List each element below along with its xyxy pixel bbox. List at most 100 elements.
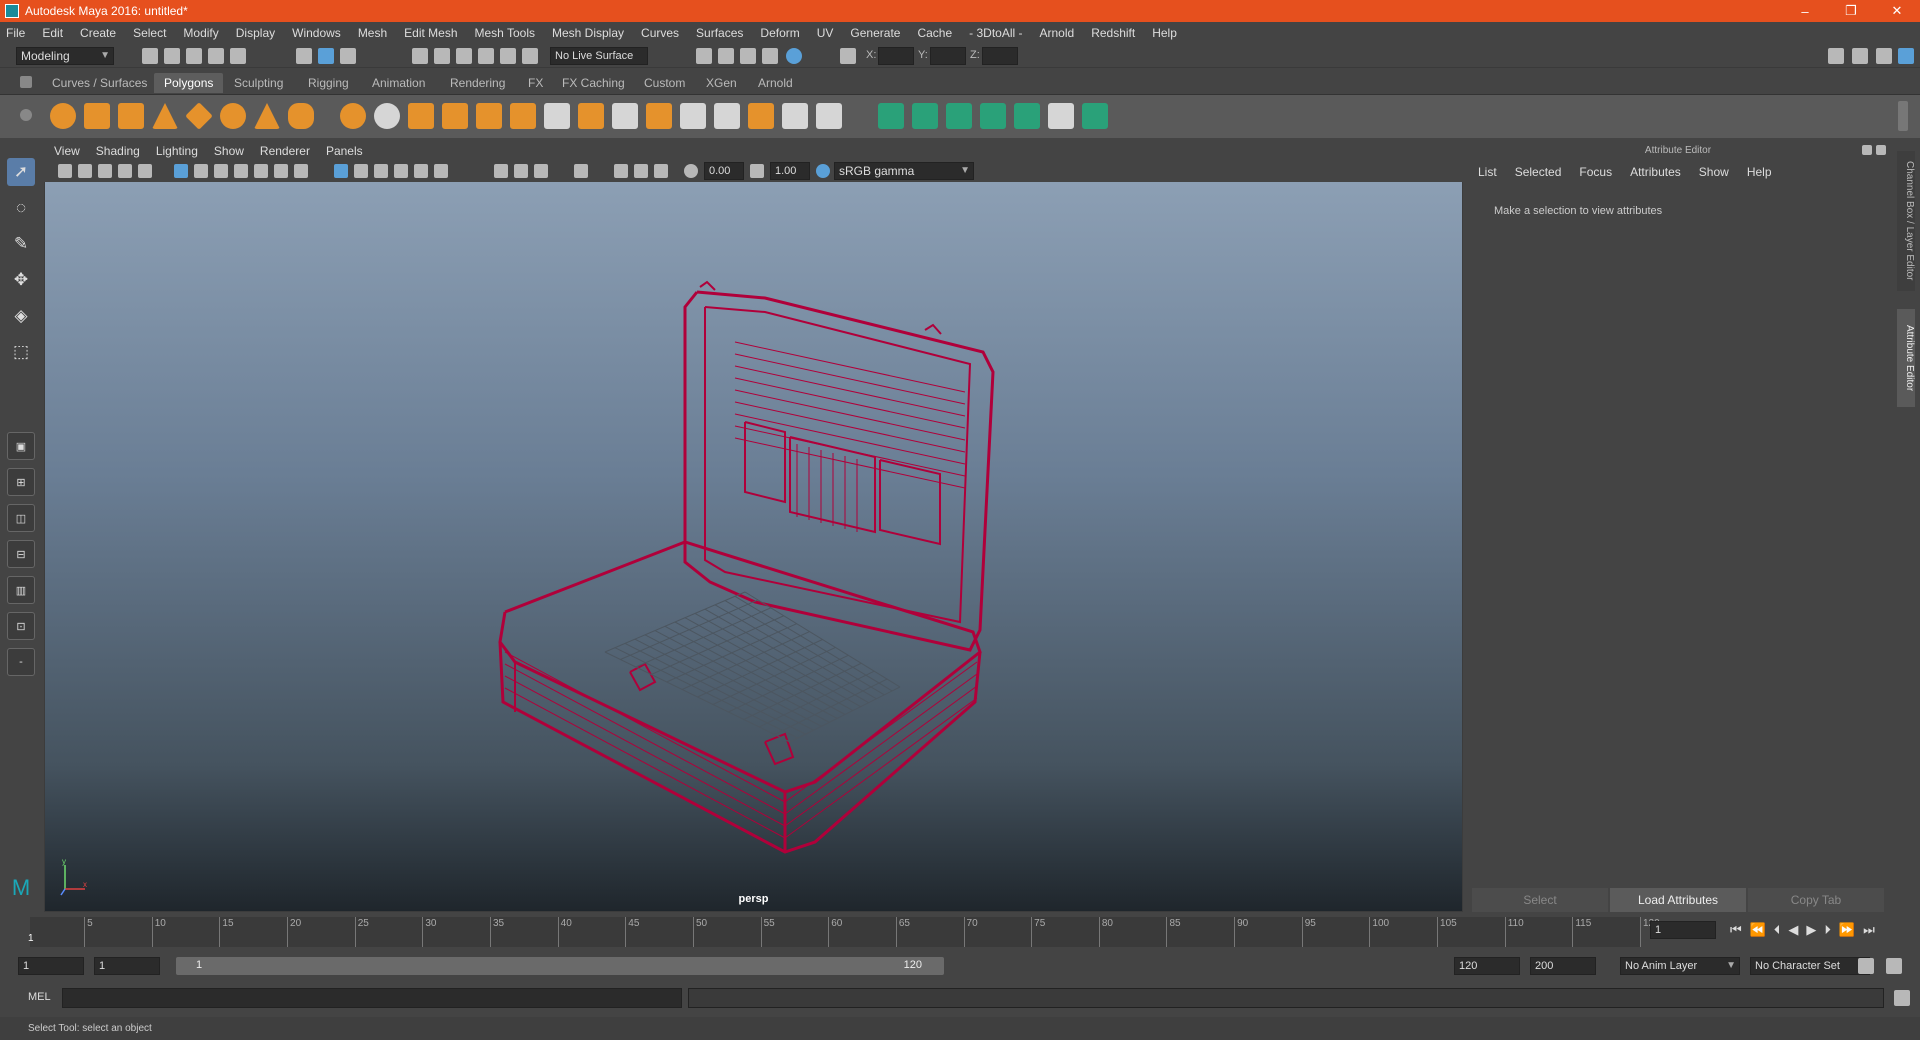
menu-generate[interactable]: Generate	[850, 26, 900, 40]
snap-grid-icon[interactable]	[412, 48, 428, 64]
shelf-menu-icon[interactable]	[20, 76, 32, 88]
menuset-dropdown[interactable]: Modeling ▼	[16, 47, 114, 65]
close-button[interactable]: ✕	[1874, 0, 1920, 22]
go-to-start-icon[interactable]: ⏮	[1730, 922, 1742, 938]
poly-pyramid-icon[interactable]	[254, 103, 280, 129]
checker-map-icon[interactable]	[1048, 103, 1074, 129]
poly-cube-icon[interactable]	[84, 103, 110, 129]
xray-active-icon[interactable]	[634, 164, 648, 178]
wireframe-shading-icon[interactable]	[334, 164, 348, 178]
separate-icon[interactable]	[374, 103, 400, 129]
viewport-menu-lighting[interactable]: Lighting	[156, 144, 198, 158]
perspective-viewport[interactable]: y x persp	[45, 182, 1462, 911]
select-by-object-icon[interactable]	[318, 48, 334, 64]
channel-box-layer-editor-tab[interactable]: Channel Box / Layer Editor	[1897, 151, 1915, 291]
bookmark-icon[interactable]	[98, 164, 112, 178]
persp-graph-layout-icon[interactable]: ⊟	[7, 540, 35, 568]
playback-start-field[interactable]: 1	[94, 957, 160, 975]
snap-live-icon[interactable]	[500, 48, 516, 64]
menu-mesh-tools[interactable]: Mesh Tools	[475, 26, 535, 40]
viewport-menu-view[interactable]: View	[54, 144, 80, 158]
poly-torus-icon[interactable]	[220, 103, 246, 129]
snap-point-icon[interactable]	[456, 48, 472, 64]
ae-menu-show[interactable]: Show	[1699, 165, 1729, 179]
menu-surfaces[interactable]: Surfaces	[696, 26, 743, 40]
snap-view-plane-icon[interactable]	[478, 48, 494, 64]
shelf-options-icon[interactable]	[20, 109, 32, 121]
menu-display[interactable]: Display	[236, 26, 275, 40]
go-to-end-icon[interactable]: ⏭	[1863, 922, 1875, 938]
rotate-tool-icon[interactable]: ◈	[7, 302, 35, 330]
safe-action-icon[interactable]	[274, 164, 288, 178]
shelf-tab-animation[interactable]: Animation	[362, 73, 435, 93]
color-management-icon[interactable]	[816, 164, 830, 178]
poly-plane-icon[interactable]	[185, 102, 213, 130]
gate-mask-icon[interactable]	[234, 164, 248, 178]
redo-icon[interactable]	[230, 48, 246, 64]
append-polygon-icon[interactable]	[612, 103, 638, 129]
playback-end-field[interactable]: 120	[1454, 957, 1520, 975]
gamma-field[interactable]: 1.00	[770, 162, 810, 180]
current-frame-field[interactable]: 1	[1650, 921, 1716, 939]
minimize-button[interactable]: –	[1782, 0, 1828, 22]
snap-curve-icon[interactable]	[434, 48, 450, 64]
bridge-icon[interactable]	[544, 103, 570, 129]
menu-arnold[interactable]: Arnold	[1040, 26, 1075, 40]
menu-select[interactable]: Select	[133, 26, 166, 40]
y-field[interactable]	[930, 47, 966, 65]
shelf-tab-custom[interactable]: Custom	[634, 73, 695, 93]
mirror-icon[interactable]	[816, 103, 842, 129]
use-all-lights-icon[interactable]	[414, 164, 428, 178]
play-back-icon[interactable]: ◀	[1788, 922, 1798, 938]
menu-mesh-display[interactable]: Mesh Display	[552, 26, 624, 40]
camera-attributes-icon[interactable]	[78, 164, 92, 178]
2d-pan-zoom-icon[interactable]	[138, 164, 152, 178]
undo-icon[interactable]	[208, 48, 224, 64]
bevel-icon[interactable]	[510, 103, 536, 129]
viewport-menu-shading[interactable]: Shading	[96, 144, 140, 158]
hypershade-icon[interactable]	[786, 48, 802, 64]
ae-menu-focus[interactable]: Focus	[1579, 165, 1612, 179]
viewport-menu-panels[interactable]: Panels	[326, 144, 363, 158]
step-forward-frame-icon[interactable]: ⏵	[1824, 922, 1831, 938]
lasso-tool-icon[interactable]: ◌	[7, 194, 35, 222]
shelf-tab-curves-surfaces[interactable]: Curves / Surfaces	[42, 73, 157, 93]
extract-icon[interactable]	[408, 103, 434, 129]
menu-cache[interactable]: Cache	[917, 26, 952, 40]
shelf-tab-sculpting[interactable]: Sculpting	[224, 73, 293, 93]
anti-aliasing-icon[interactable]	[534, 164, 548, 178]
bool-union-icon[interactable]	[476, 103, 502, 129]
shelf-tab-polygons[interactable]: Polygons	[154, 73, 224, 93]
menu-edit-mesh[interactable]: Edit Mesh	[404, 26, 457, 40]
resolution-gate-icon[interactable]	[214, 164, 228, 178]
grid-toggle-icon[interactable]	[174, 164, 188, 178]
command-input[interactable]	[62, 988, 682, 1008]
animation-end-field[interactable]: 200	[1530, 957, 1596, 975]
merge-icon[interactable]	[714, 103, 740, 129]
textured-icon[interactable]	[394, 164, 408, 178]
shelf-tab-xgen[interactable]: XGen	[696, 73, 747, 93]
persp-outliner-layout-icon[interactable]: ◫	[7, 504, 35, 532]
shelf-tab-arnold[interactable]: Arnold	[748, 73, 803, 93]
timeline-ruler[interactable]: 5 10 15 20 25 30 35 40 45 50 55 60 65 70 75 80 85 90 95 100…	[30, 917, 1660, 947]
modeling-toolkit-icon[interactable]	[1828, 48, 1844, 64]
uv-editor-icon[interactable]	[1014, 103, 1040, 129]
menu-curves[interactable]: Curves	[641, 26, 679, 40]
xray-icon[interactable]	[614, 164, 628, 178]
xray-joints-icon[interactable]	[654, 164, 668, 178]
close-panel-icon[interactable]	[1876, 145, 1886, 155]
range-slider[interactable]: 1 120	[176, 957, 944, 975]
step-back-key-icon[interactable]: ⏪	[1750, 922, 1766, 938]
anim-layer-dropdown[interactable]: No Anim Layer ▼	[1620, 957, 1740, 975]
symmetry-icon[interactable]	[522, 48, 538, 64]
script-editor-icon[interactable]	[1894, 990, 1910, 1006]
shelf-tab-fx[interactable]: FX	[518, 73, 553, 93]
animation-start-field[interactable]: 1	[18, 957, 84, 975]
menu-3dtoall[interactable]: - 3DtoAll -	[969, 26, 1022, 40]
menu-help[interactable]: Help	[1152, 26, 1177, 40]
toolbox-options-icon[interactable]: -	[7, 648, 35, 676]
shelf-tab-rigging[interactable]: Rigging	[298, 73, 359, 93]
spherical-mapping-icon[interactable]	[946, 103, 972, 129]
render-frame-icon[interactable]	[718, 48, 734, 64]
time-slider[interactable]: 5 10 15 20 25 30 35 40 45 50 55 60 65 70 75 80 85 90 95 100…	[0, 913, 1920, 948]
